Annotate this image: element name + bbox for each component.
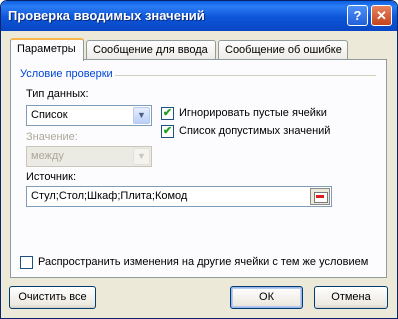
window-title: Проверка вводимых значений xyxy=(8,8,205,23)
source-label: Источник: xyxy=(26,171,77,183)
group-label: Условие проверки xyxy=(18,68,115,80)
data-type-value: Список xyxy=(31,109,68,121)
close-icon: ✕ xyxy=(376,8,387,23)
tab-label: Сообщение об ошибке xyxy=(225,44,342,56)
value-label: Значение: xyxy=(26,131,78,143)
range-select-icon-accent xyxy=(316,195,324,198)
tab-parameters[interactable]: Параметры xyxy=(10,38,84,61)
clear-all-button[interactable]: Очистить все xyxy=(9,286,96,309)
chevron-down-icon[interactable]: ▼ xyxy=(133,107,150,124)
chevron-down-icon: ▼ xyxy=(133,148,150,165)
checkmark-icon: ✔ xyxy=(162,125,173,137)
dialog-window: Проверка вводимых значений ? ✕ Параметры… xyxy=(0,0,398,319)
in-cell-dropdown-checkbox[interactable]: ✔ xyxy=(161,125,174,138)
apply-all-label: Распространить изменения на другие ячейк… xyxy=(38,256,369,268)
source-value: Стул;Стол;Шкаф;Плита;Комод xyxy=(31,190,188,202)
help-button[interactable]: ? xyxy=(347,5,368,26)
data-type-label: Тип данных: xyxy=(26,88,89,100)
apply-all-checkbox[interactable] xyxy=(20,256,33,269)
ignore-blank-label: Игнорировать пустые ячейки xyxy=(179,107,327,119)
tab-label: Параметры xyxy=(17,43,76,55)
help-icon: ? xyxy=(353,8,362,23)
ignore-blank-checkbox[interactable]: ✔ xyxy=(161,107,174,120)
value-select[interactable]: между ▼ xyxy=(26,146,152,167)
value-select-value: между xyxy=(31,150,64,162)
ok-button[interactable]: ОК xyxy=(230,286,303,309)
in-cell-dropdown-label: Список допустимых значений xyxy=(179,125,331,137)
title-bar[interactable]: Проверка вводимых значений ? ✕ xyxy=(1,1,397,31)
group-divider xyxy=(106,75,376,76)
range-select-button[interactable] xyxy=(310,188,330,205)
checkmark-icon: ✔ xyxy=(162,107,173,119)
cancel-button[interactable]: Отмена xyxy=(314,286,388,309)
tab-error-message[interactable]: Сообщение об ошибке xyxy=(218,40,348,60)
tab-input-message[interactable]: Сообщение для ввода xyxy=(86,40,216,60)
source-input[interactable]: Стул;Стол;Шкаф;Плита;Комод xyxy=(26,186,332,207)
tab-label: Сообщение для ввода xyxy=(93,44,208,56)
close-button[interactable]: ✕ xyxy=(371,5,392,26)
data-type-select[interactable]: Список ▼ xyxy=(26,105,152,126)
